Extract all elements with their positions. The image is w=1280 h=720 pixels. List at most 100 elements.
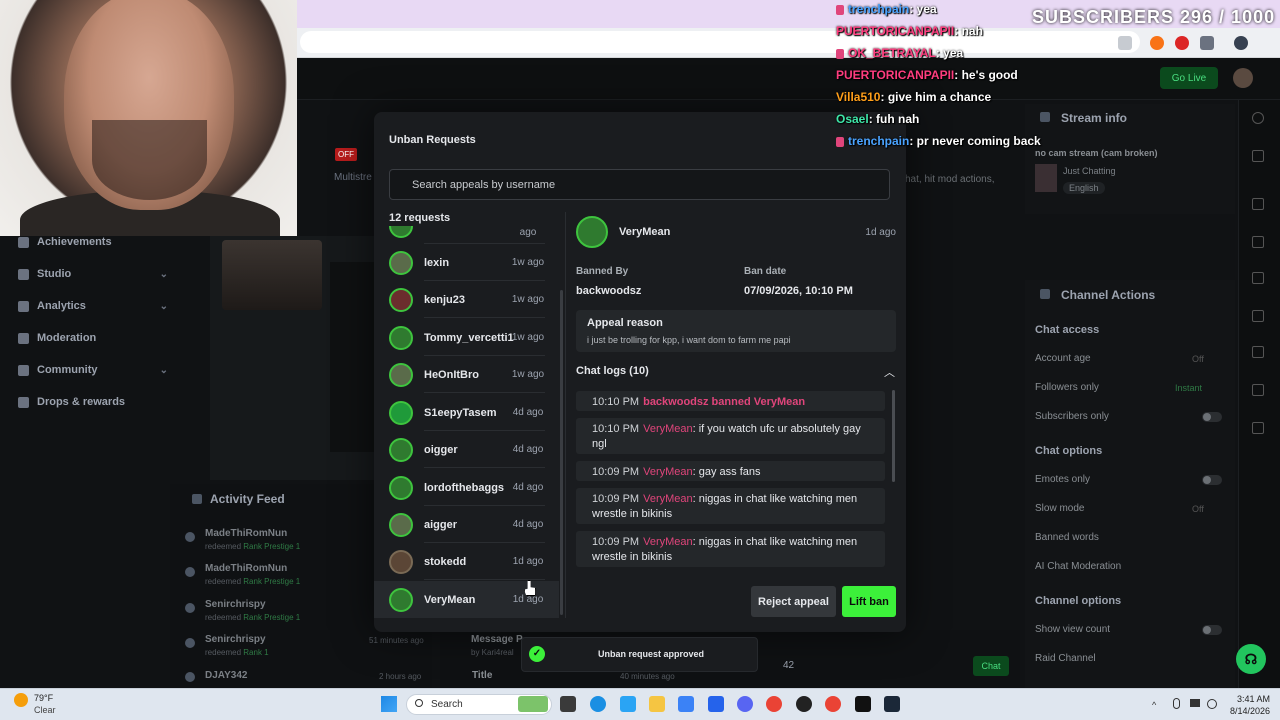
activity-reward: Rank Prestige 1 — [243, 613, 301, 622]
photos-icon[interactable] — [620, 696, 636, 712]
bookmark-star-icon[interactable] — [1118, 36, 1132, 50]
address-bar[interactable] — [300, 31, 1140, 53]
extensions-puzzle-icon[interactable] — [1200, 36, 1214, 50]
request-time: 1d ago — [512, 556, 544, 567]
request-time: ago — [519, 227, 537, 238]
taskbar-date[interactable]: 8/14/2026 — [1200, 706, 1270, 716]
file-explorer-icon[interactable] — [649, 696, 665, 712]
gift-icon — [185, 603, 195, 613]
chevron-up-icon[interactable]: ︿ — [884, 364, 895, 380]
go-live-button[interactable]: Go Live — [1160, 67, 1218, 89]
appeal-reason-text: i just be trolling for kpp, i want dom t… — [587, 335, 791, 345]
info-icon[interactable] — [1252, 112, 1264, 124]
slow-mode-label[interactable]: Slow mode — [1035, 503, 1084, 514]
chrome-icon[interactable] — [766, 696, 782, 712]
weather-icon[interactable] — [14, 693, 28, 707]
request-item[interactable]: kenju23 1w ago — [374, 281, 559, 318]
pencil-icon[interactable] — [1252, 150, 1264, 162]
request-username: stokedd — [424, 555, 467, 568]
lightning-icon[interactable] — [1252, 236, 1264, 248]
pinned-message-label: Message P — [471, 634, 523, 645]
analytics-icon — [18, 300, 29, 312]
chat-icon[interactable] — [1252, 310, 1264, 322]
divider — [424, 467, 545, 468]
sidebar-item-analytics[interactable]: Analytics ⌄ — [18, 296, 168, 316]
chat-logs-toggle[interactable]: Chat logs (10) — [576, 365, 649, 377]
chrome-icon[interactable] — [825, 696, 841, 712]
raid-channel-label[interactable]: Raid Channel — [1035, 653, 1096, 664]
reject-appeal-button[interactable]: Reject appeal — [751, 586, 836, 617]
lift-ban-button[interactable]: Lift ban — [842, 586, 896, 617]
request-item[interactable]: lordofthebaggs 4d ago — [374, 469, 559, 506]
request-item[interactable]: HeOnItBro 1w ago — [374, 356, 559, 393]
activity-detail: redeemed Rank Prestige 1 — [205, 577, 300, 586]
store-icon[interactable] — [708, 696, 724, 712]
log-time: 10:09 PM — [592, 493, 640, 505]
chevron-up-icon[interactable]: ^ — [1152, 700, 1156, 710]
sidebar-item-community[interactable]: Community ⌄ — [18, 360, 168, 380]
subscribers-only-toggle[interactable] — [1202, 412, 1222, 422]
sidebar-item-moderation[interactable]: Moderation — [18, 328, 168, 348]
sidebar-item-label: Drops & rewards — [37, 396, 126, 408]
extension-icon[interactable] — [1175, 36, 1189, 50]
sidebar-item-studio[interactable]: Studio ⌄ — [18, 264, 168, 284]
sidebar-item-drops-rewards[interactable]: Drops & rewards — [18, 392, 168, 412]
category-thumbnail — [1035, 164, 1057, 192]
request-item[interactable]: ago — [374, 226, 559, 244]
show-view-count-toggle[interactable] — [1202, 625, 1222, 635]
request-item[interactable]: S1eepyTasem 4d ago — [374, 394, 559, 431]
task-view-icon[interactable] — [560, 696, 576, 712]
code-icon[interactable] — [1252, 346, 1264, 358]
chat-log-entry: 10:09 PM VeryMean: niggas in chat like wa… — [576, 531, 885, 567]
request-item[interactable]: aigger 4d ago — [374, 506, 559, 543]
banned-by-value: backwoodsz — [576, 285, 642, 297]
network-icon[interactable] — [1190, 699, 1200, 707]
avatar — [389, 437, 413, 462]
obs-icon[interactable] — [796, 696, 812, 712]
chat-send-button[interactable]: Chat — [973, 656, 1009, 676]
panel-icon[interactable] — [1252, 198, 1264, 210]
request-time: 4d ago — [512, 407, 544, 418]
ai-moderation-label[interactable]: AI Chat Moderation — [1035, 561, 1121, 572]
channel-actions-title: Channel Actions — [1061, 288, 1156, 302]
layout-icon[interactable] — [1252, 272, 1264, 284]
request-item-selected[interactable]: VeryMean 1d ago — [374, 581, 559, 618]
windows-start-icon[interactable] — [381, 696, 397, 712]
request-item[interactable]: oigger 4d ago — [374, 431, 559, 468]
profile-avatar-icon[interactable] — [1234, 36, 1248, 50]
divider — [424, 579, 545, 580]
request-username: lordofthebaggs — [424, 481, 505, 494]
webcam-beard — [92, 120, 207, 200]
account-age-label[interactable]: Account age — [1035, 353, 1091, 364]
terminal-icon[interactable] — [855, 696, 871, 712]
wrench-icon[interactable] — [1252, 422, 1264, 434]
chat-access-heading: Chat access — [1035, 324, 1100, 336]
ban-date-value: 07/09/2026, 10:10 PM — [744, 285, 853, 297]
mail-icon[interactable] — [678, 696, 694, 712]
emotes-only-toggle[interactable] — [1202, 475, 1222, 485]
edge-browser-icon[interactable] — [590, 696, 606, 712]
dashboard-topbar — [297, 58, 1280, 100]
activity-prefix: redeemed — [205, 648, 242, 657]
support-headset-icon[interactable]: ☊ — [1236, 644, 1266, 674]
partial-hint-text: hat, hit mod actions, — [905, 174, 995, 185]
request-item[interactable]: lexin 1w ago — [374, 244, 559, 281]
chevron-down-icon: ⌄ — [159, 364, 168, 376]
extension-icon[interactable] — [1150, 36, 1164, 50]
sliders-icon[interactable] — [1252, 384, 1264, 396]
discord-icon[interactable] — [737, 696, 753, 712]
followers-only-label[interactable]: Followers only — [1035, 382, 1099, 393]
activity-time: 51 minutes ago — [369, 636, 424, 645]
request-list[interactable]: ago lexin 1w ago kenju23 1w ago Tommy_ve… — [374, 226, 564, 618]
chat-logs-scrollbar[interactable] — [892, 390, 895, 482]
list-scrollbar[interactable] — [560, 290, 563, 615]
taskbar-time[interactable]: 3:41 AM — [1200, 694, 1270, 704]
request-item[interactable]: Tommy_vercetti1 1w ago — [374, 319, 559, 356]
banned-words-label[interactable]: Banned words — [1035, 532, 1099, 543]
search-appeals-input[interactable] — [389, 169, 890, 200]
steam-icon[interactable] — [884, 696, 900, 712]
user-avatar[interactable] — [1233, 68, 1253, 88]
microphone-icon[interactable] — [1173, 698, 1180, 709]
sidebar-item-label: Studio — [37, 268, 72, 280]
request-item[interactable]: stokedd 1d ago — [374, 543, 559, 580]
